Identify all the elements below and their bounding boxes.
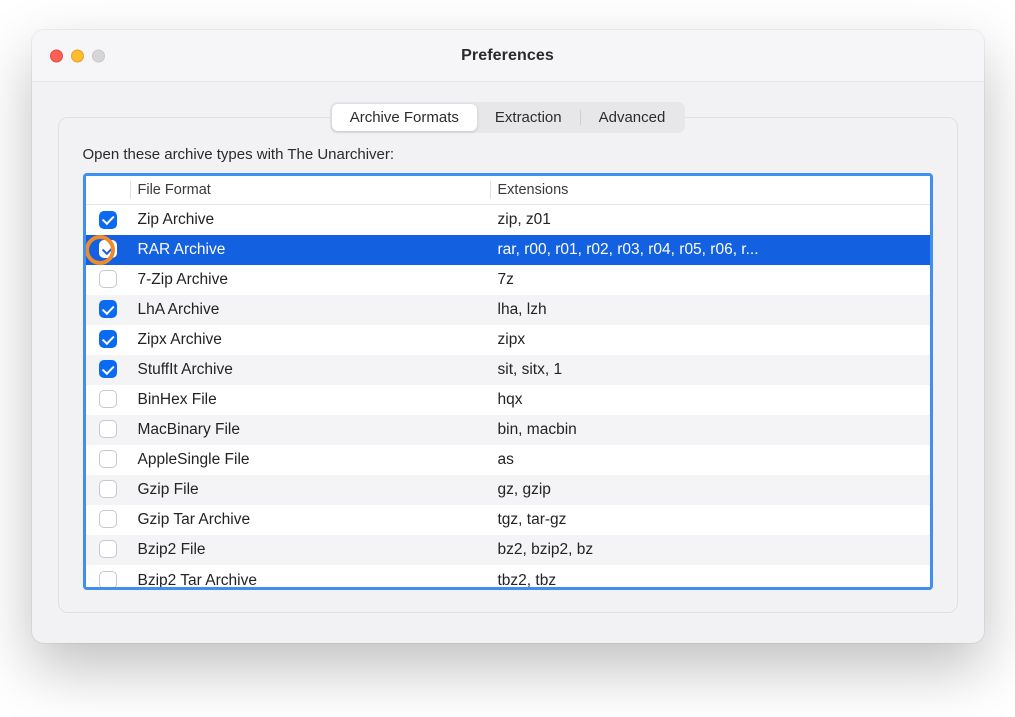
format-checkbox[interactable] xyxy=(99,270,117,288)
formats-table-container: File Format Extensions Zip Archivezip, z… xyxy=(83,173,933,590)
table-row[interactable]: Bzip2 Filebz2, bzip2, bz xyxy=(86,535,930,565)
format-name: RAR Archive xyxy=(130,235,490,265)
format-name: BinHex File xyxy=(130,385,490,415)
format-extensions: tgz, tar-gz xyxy=(490,505,930,535)
format-checkbox[interactable] xyxy=(99,540,117,558)
format-checkbox[interactable] xyxy=(99,330,117,348)
table-row[interactable]: StuffIt Archivesit, sitx, 1 xyxy=(86,355,930,385)
formats-table: File Format Extensions Zip Archivezip, z… xyxy=(86,176,930,587)
col-header-format[interactable]: File Format xyxy=(130,176,490,205)
table-row[interactable]: BinHex Filehqx xyxy=(86,385,930,415)
format-extensions: zip, z01 xyxy=(490,205,930,235)
format-extensions: rar, r00, r01, r02, r03, r04, r05, r06, … xyxy=(490,235,930,265)
checkbox-cell xyxy=(86,565,130,587)
panel-instruction: Open these archive types with The Unarch… xyxy=(83,146,933,163)
checkbox-cell xyxy=(86,205,130,235)
tab-extraction[interactable]: Extraction xyxy=(477,104,580,131)
format-name: Zipx Archive xyxy=(130,325,490,355)
format-extensions: bz2, bzip2, bz xyxy=(490,535,930,565)
checkbox-cell xyxy=(86,265,130,295)
table-row[interactable]: LhA Archivelha, lzh xyxy=(86,295,930,325)
format-name: Bzip2 File xyxy=(130,535,490,565)
format-extensions: 7z xyxy=(490,265,930,295)
table-row[interactable]: AppleSingle Fileas xyxy=(86,445,930,475)
format-name: Bzip2 Tar Archive xyxy=(130,565,490,587)
format-checkbox[interactable] xyxy=(99,240,117,258)
content-area: Archive FormatsExtractionAdvanced Open t… xyxy=(32,82,984,643)
table-row[interactable]: MacBinary Filebin, macbin xyxy=(86,415,930,445)
table-row[interactable]: Gzip Filegz, gzip xyxy=(86,475,930,505)
tab-bar: Archive FormatsExtractionAdvanced xyxy=(330,102,686,133)
format-name: StuffIt Archive xyxy=(130,355,490,385)
format-extensions: zipx xyxy=(490,325,930,355)
checkbox-cell xyxy=(86,415,130,445)
format-name: 7-Zip Archive xyxy=(130,265,490,295)
format-checkbox[interactable] xyxy=(99,300,117,318)
table-row[interactable]: Zip Archivezip, z01 xyxy=(86,205,930,235)
format-checkbox[interactable] xyxy=(99,480,117,498)
format-extensions: gz, gzip xyxy=(490,475,930,505)
format-extensions: tbz2, tbz xyxy=(490,565,930,587)
format-extensions: bin, macbin xyxy=(490,415,930,445)
archive-formats-panel: Open these archive types with The Unarch… xyxy=(58,117,958,613)
format-name: LhA Archive xyxy=(130,295,490,325)
checkbox-cell xyxy=(86,385,130,415)
table-row[interactable]: Zipx Archivezipx xyxy=(86,325,930,355)
format-name: Gzip Tar Archive xyxy=(130,505,490,535)
format-checkbox[interactable] xyxy=(99,360,117,378)
table-row[interactable]: 7-Zip Archive7z xyxy=(86,265,930,295)
format-checkbox[interactable] xyxy=(99,420,117,438)
window-controls xyxy=(50,49,105,62)
format-checkbox[interactable] xyxy=(99,450,117,468)
format-checkbox[interactable] xyxy=(99,390,117,408)
close-icon[interactable] xyxy=(50,49,63,62)
tab-advanced[interactable]: Advanced xyxy=(581,104,684,131)
col-header-extensions[interactable]: Extensions xyxy=(490,176,930,205)
format-name: Gzip File xyxy=(130,475,490,505)
titlebar: Preferences xyxy=(32,30,984,82)
format-extensions: hqx xyxy=(490,385,930,415)
checkbox-cell xyxy=(86,235,130,265)
format-name: Zip Archive xyxy=(130,205,490,235)
checkbox-cell xyxy=(86,355,130,385)
checkbox-cell xyxy=(86,445,130,475)
preferences-window: Preferences Archive FormatsExtractionAdv… xyxy=(32,30,984,643)
format-extensions: lha, lzh xyxy=(490,295,930,325)
format-extensions: sit, sitx, 1 xyxy=(490,355,930,385)
checkbox-cell xyxy=(86,325,130,355)
format-checkbox[interactable] xyxy=(99,211,117,229)
format-checkbox[interactable] xyxy=(99,571,117,586)
format-name: AppleSingle File xyxy=(130,445,490,475)
table-row[interactable]: Gzip Tar Archivetgz, tar-gz xyxy=(86,505,930,535)
checkbox-cell xyxy=(86,295,130,325)
checkbox-cell xyxy=(86,505,130,535)
format-name: MacBinary File xyxy=(130,415,490,445)
minimize-icon[interactable] xyxy=(71,49,84,62)
tab-archive-formats[interactable]: Archive Formats xyxy=(332,104,477,131)
col-header-checkbox[interactable] xyxy=(86,176,130,205)
zoom-icon xyxy=(92,49,105,62)
checkbox-cell xyxy=(86,475,130,505)
checkbox-cell xyxy=(86,535,130,565)
window-title: Preferences xyxy=(461,47,554,65)
format-checkbox[interactable] xyxy=(99,510,117,528)
table-row[interactable]: RAR Archiverar, r00, r01, r02, r03, r04,… xyxy=(86,235,930,265)
table-row[interactable]: Bzip2 Tar Archivetbz2, tbz xyxy=(86,565,930,587)
format-extensions: as xyxy=(490,445,930,475)
